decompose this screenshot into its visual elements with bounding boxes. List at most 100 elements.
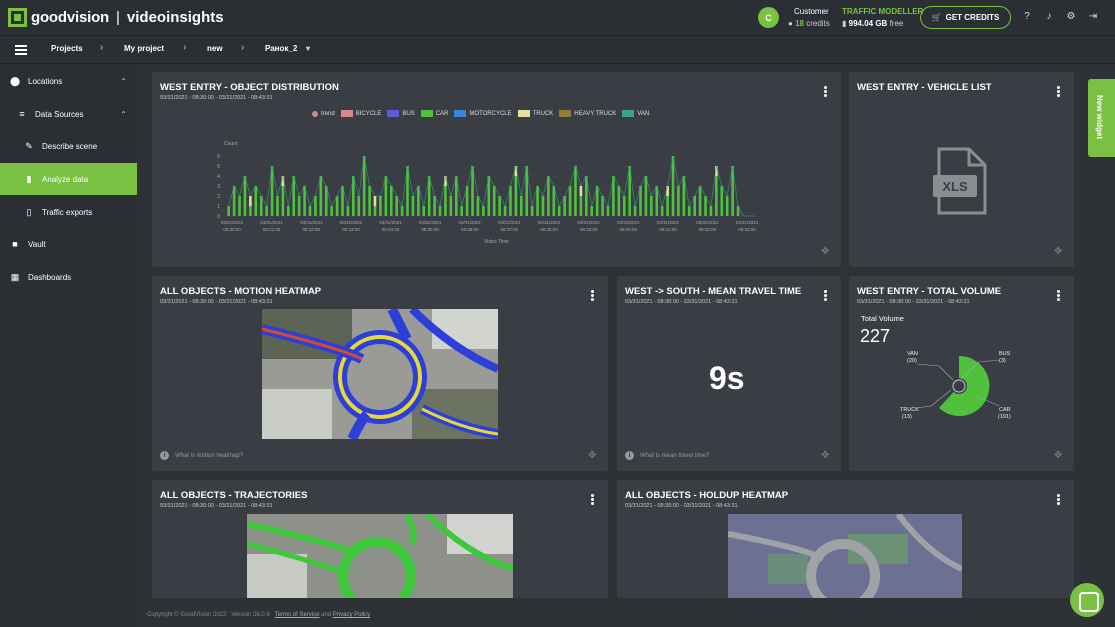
bar-car[interactable] xyxy=(357,196,361,216)
bar-car[interactable] xyxy=(541,196,545,216)
sidebar-item-dashboards[interactable]: ▦ Dashboards xyxy=(0,261,137,293)
heatmap-help[interactable]: i What is motion heatmap? xyxy=(160,451,243,460)
bar-car[interactable] xyxy=(400,206,404,216)
bar-truck[interactable] xyxy=(579,186,583,196)
bar-car[interactable] xyxy=(650,196,653,216)
bar-car[interactable] xyxy=(709,206,713,216)
move-handle-icon[interactable]: ✥ xyxy=(1054,247,1064,257)
bar-car[interactable] xyxy=(482,206,485,216)
bell-icon[interactable]: ♪ xyxy=(1043,11,1055,23)
bar-car[interactable] xyxy=(492,186,496,216)
bar-car[interactable] xyxy=(265,206,268,216)
breadcrumb-new[interactable]: new xyxy=(207,44,223,53)
bar-car[interactable] xyxy=(319,176,323,216)
xls-file-icon[interactable]: XLS xyxy=(933,147,993,217)
bar-car[interactable] xyxy=(557,206,561,216)
bar-car[interactable] xyxy=(579,196,583,216)
bar-car[interactable] xyxy=(238,196,241,216)
sidebar-item-data-sources[interactable]: ≡ Data Sources ⌃ xyxy=(0,98,137,130)
move-handle-icon[interactable]: ✥ xyxy=(1054,451,1064,461)
bar-car[interactable] xyxy=(514,176,518,216)
logout-icon[interactable]: ⇥ xyxy=(1087,11,1099,23)
bar-car[interactable] xyxy=(297,196,301,216)
terms-link[interactable]: Terms of Service xyxy=(275,612,320,618)
sidebar-item-analyze-data[interactable]: ▮ Analyze data xyxy=(0,163,137,195)
bar-car[interactable] xyxy=(590,206,594,216)
bar-car[interactable] xyxy=(335,196,339,216)
breadcrumb-current[interactable]: Ранок_2 xyxy=(265,44,297,53)
bar-car[interactable] xyxy=(433,196,436,216)
motion-heatmap-image[interactable] xyxy=(262,309,498,439)
bar-car[interactable] xyxy=(373,206,377,216)
users-icon[interactable]: ⚙ xyxy=(1065,11,1077,23)
legend-item[interactable]: VAN xyxy=(622,110,649,117)
bar-car[interactable] xyxy=(476,196,480,216)
bar-car[interactable] xyxy=(520,196,523,216)
breadcrumb-project[interactable]: My project xyxy=(124,44,164,53)
bar-car[interactable] xyxy=(281,186,285,216)
bar-car[interactable] xyxy=(671,156,675,216)
move-handle-icon[interactable]: ✥ xyxy=(821,451,831,461)
legend-item[interactable]: CAR xyxy=(420,110,448,117)
more-options-icon[interactable] xyxy=(824,86,827,97)
bar-car[interactable] xyxy=(622,196,626,216)
bar-car[interactable] xyxy=(644,176,648,216)
legend-item[interactable]: TRUCK xyxy=(517,110,553,117)
bar-truck[interactable] xyxy=(666,186,669,196)
bar-car[interactable] xyxy=(547,176,550,216)
more-options-icon[interactable] xyxy=(1057,290,1060,301)
bar-car[interactable] xyxy=(666,196,669,216)
holdup-heatmap-image[interactable] xyxy=(728,514,962,598)
bar-car[interactable] xyxy=(617,186,621,216)
bar-car[interactable] xyxy=(444,186,447,216)
bar-car[interactable] xyxy=(563,196,566,216)
bar-car[interactable] xyxy=(498,196,501,216)
bar-car[interactable] xyxy=(330,206,333,216)
bar-truck[interactable] xyxy=(249,196,252,206)
bar-car[interactable] xyxy=(715,176,718,216)
chat-button[interactable] xyxy=(1070,583,1104,617)
bar-car[interactable] xyxy=(574,166,577,216)
bar-car[interactable] xyxy=(720,186,724,216)
bar-car[interactable] xyxy=(460,206,463,216)
caret-down-icon[interactable]: ▾ xyxy=(306,44,310,53)
move-handle-icon[interactable]: ✥ xyxy=(588,451,598,461)
bar-car[interactable] xyxy=(606,206,610,216)
bar-car[interactable] xyxy=(384,176,388,216)
bar-car[interactable] xyxy=(503,206,507,216)
bar-car[interactable] xyxy=(389,186,393,216)
breadcrumb-projects[interactable]: Projects xyxy=(51,44,83,53)
bar-car[interactable] xyxy=(687,206,691,216)
legend-item[interactable]: HEAVY TRUCK xyxy=(559,110,616,117)
bar-car[interactable] xyxy=(227,206,231,216)
bar-car[interactable] xyxy=(254,186,258,216)
travel-help[interactable]: i What is mean travel time? xyxy=(625,451,709,460)
legend-item[interactable]: BICYCLE xyxy=(340,110,381,117)
trajectories-image[interactable] xyxy=(247,514,513,598)
bar-car[interactable] xyxy=(438,206,442,216)
get-credits-button[interactable]: 🛒 GET CREDITS xyxy=(920,6,1011,29)
bar-car[interactable] xyxy=(287,206,290,216)
more-options-icon[interactable] xyxy=(1057,86,1060,97)
logo[interactable]: goodvision | videoinsights xyxy=(8,8,224,27)
more-options-icon[interactable] xyxy=(1057,494,1060,505)
legend-item[interactable]: BUS xyxy=(387,110,415,117)
bar-car[interactable] xyxy=(314,196,317,216)
bar-car[interactable] xyxy=(395,196,398,216)
sidebar-item-describe-scene[interactable]: ✎ Describe scene xyxy=(0,130,137,162)
bar-car[interactable] xyxy=(471,166,474,216)
bar-car[interactable] xyxy=(725,196,729,216)
legend-item[interactable]: MOTORCYCLE xyxy=(454,110,512,117)
sidebar-item-vault[interactable]: ■ Vault xyxy=(0,228,137,260)
bar-car[interactable] xyxy=(249,206,252,216)
bar-car[interactable] xyxy=(276,196,279,216)
bar-car[interactable] xyxy=(530,206,534,216)
bar-car[interactable] xyxy=(449,196,453,216)
bar-car[interactable] xyxy=(411,196,415,216)
bar-car[interactable] xyxy=(660,206,664,216)
menu-icon[interactable] xyxy=(15,45,27,55)
sidebar-item-locations[interactable]: ⬤ Locations ⌃ xyxy=(0,65,137,97)
more-options-icon[interactable] xyxy=(591,494,594,505)
bar-car[interactable] xyxy=(422,206,426,216)
sidebar-item-traffic-exports[interactable]: ▯ Traffic exports xyxy=(0,196,137,228)
